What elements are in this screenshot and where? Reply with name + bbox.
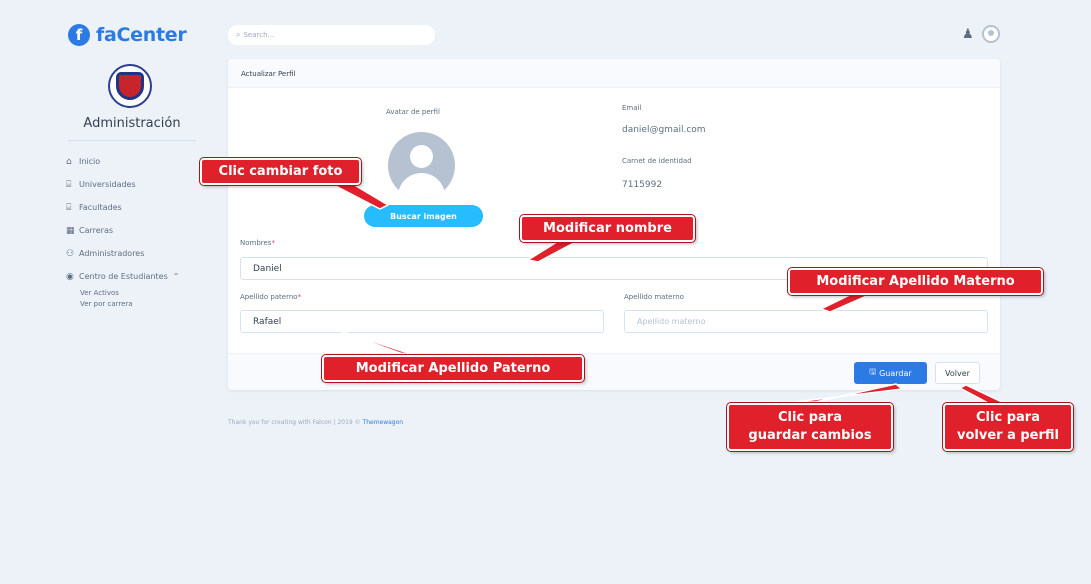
sidebar-item-administradores[interactable]: ⚇ Administradores [66,242,201,265]
search-input[interactable]: ⌕ Search... [228,25,435,45]
search-icon: ⌕ [236,30,241,39]
search-placeholder: Search... [243,31,275,39]
footer-link[interactable]: Themewagon [363,419,404,426]
save-button[interactable]: 🖫 Guardar [854,362,927,384]
back-button[interactable]: Volver [935,362,980,384]
sidebar-item-inicio[interactable]: ⌂ Inicio [66,150,201,173]
card-title: Actualizar Perfil [228,59,1000,88]
user-avatar-icon[interactable] [981,25,1000,43]
callout-back: Clic para volver a perfil [943,403,1073,451]
building-icon: ▦ [66,225,75,236]
required-mark: * [297,293,302,301]
sidebar-item-carreras[interactable]: ▦ Carreras [66,219,201,242]
sidebar-subitem-ver-activos[interactable]: Ver Activos [66,288,201,299]
brand-name: faCenter [96,24,187,46]
save-button-label: Guardar [879,368,912,378]
email-label: Email [622,104,642,112]
sidebar-subitem-ver-por-carrera[interactable]: Ver por carrera [66,299,201,310]
sidebar-item-label: Carreras [79,226,114,235]
ci-value: 7115992 [622,180,663,190]
sidebar-nav: ⌂ Inicio ⌸ Universidades ⌸ Facultades ▦ … [66,150,201,310]
sidebar-item-centro-estudiantes[interactable]: ◉ Centro de Estudiantes ⌃ [66,265,201,288]
callout-back-line1: Clic para [976,410,1040,425]
chevron-up-icon: ⌃ [172,272,180,281]
footer-text: Thank you for creating with Falcon | 201… [228,419,363,426]
profile-avatar-icon[interactable] [388,132,455,199]
callout-change-photo: Clic cambiar foto [200,158,361,185]
apellido-paterno-field[interactable]: Rafael [240,310,604,333]
callout-edit-paternal: Modificar Apellido Paterno [322,355,584,382]
home-icon: ⌂ [66,156,72,167]
apellido-materno-field[interactable]: Apellido materno [624,310,988,333]
sidebar-item-facultades[interactable]: ⌸ Facultades [66,196,201,219]
faculty-icon: ⌸ [66,202,72,213]
brand[interactable]: f faCenter [68,24,187,46]
required-mark: * [271,239,275,247]
callout-save-line1: Clic para [778,410,842,425]
email-value: daniel@gmail.com [622,125,706,135]
sidebar-item-label: Inicio [79,157,101,166]
topbar-icons: ♟ [962,25,1000,43]
sidebar-item-label: Centro de Estudiantes [79,272,168,281]
paterno-label: Apellido paterno* [240,293,302,301]
callout-back-line2: volver a perfil [956,428,1059,443]
nombres-label: Nombres* [240,239,275,247]
materno-label: Apellido materno [624,293,684,301]
users-icon: ⚇ [66,248,75,259]
save-icon: 🖫 [869,367,877,376]
search-image-button[interactable]: Buscar imagen [364,205,483,227]
notification-icon[interactable]: ♟ [962,27,974,42]
callout-edit-name: Modificar nombre [520,215,695,242]
callout-save-line2: guardar cambios [748,428,872,443]
callout-save: Clic para guardar cambios [727,403,893,451]
callout-edit-maternal: Modificar Apellido Materno [788,268,1043,295]
sidebar-item-label: Universidades [79,180,136,189]
university-icon: ⌸ [66,179,72,190]
university-crest-icon [108,64,152,108]
ci-label: Carnet de identidad [622,157,692,165]
sidebar-item-label: Facultades [79,203,122,212]
avatar-label: Avatar de perfil [386,108,440,116]
role-title: Administración [83,116,181,131]
student-center-icon: ◉ [66,271,74,282]
facenter-logo-icon: f [68,24,90,46]
sidebar-item-universidades[interactable]: ⌸ Universidades [66,173,201,196]
sidebar-item-label: Administradores [79,249,145,258]
sidebar-divider [68,140,196,141]
page-footer: Thank you for creating with Falcon | 201… [228,419,403,426]
